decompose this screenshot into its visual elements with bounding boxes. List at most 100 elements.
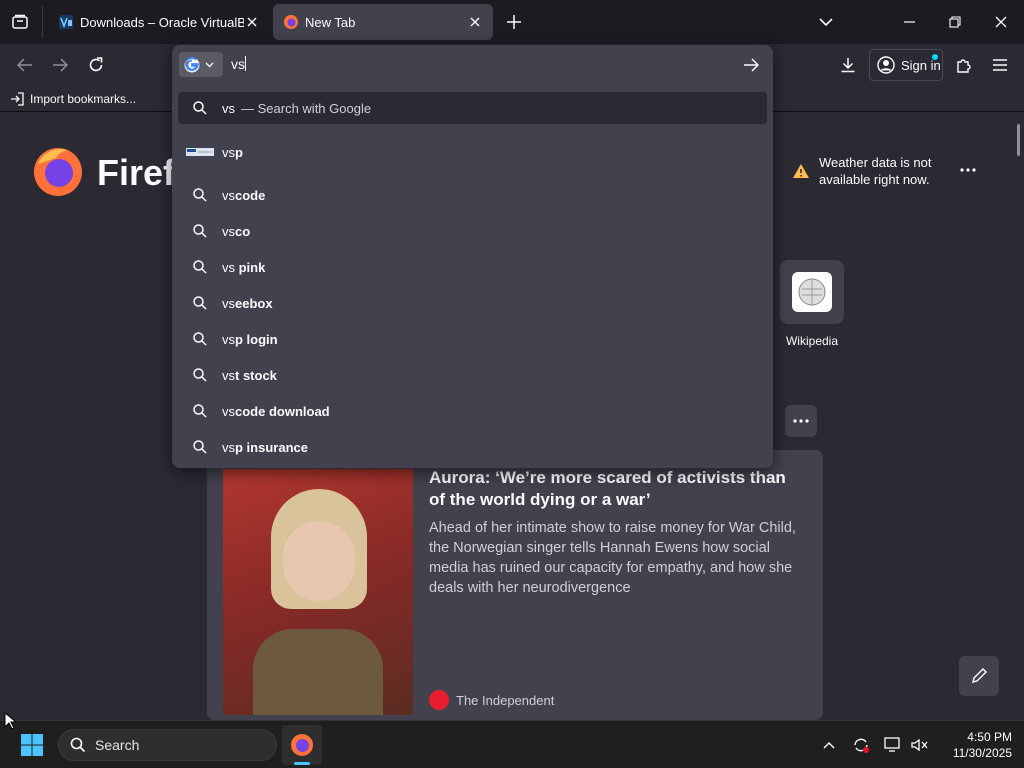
suggestion-completion: code <box>235 187 266 203</box>
arrow-right-icon <box>744 58 759 72</box>
suggestion-action: — Search with Google <box>241 100 372 116</box>
scrollbar[interactable] <box>1017 124 1020 156</box>
suggestion-row[interactable]: vs eebox <box>178 286 767 320</box>
extensions-button[interactable] <box>950 51 978 79</box>
weather-widget: Weather data is not available right now. <box>792 154 942 188</box>
urlbar[interactable]: vs <box>172 45 773 83</box>
chevron-down-icon <box>819 17 833 26</box>
show-hidden-icons-button[interactable] <box>818 733 840 757</box>
urlbar-popup: vs vs — Search with Google vs p vs code vs… <box>172 45 773 468</box>
new-tab-button[interactable] <box>502 10 526 34</box>
suggestion-row[interactable]: vs p login <box>178 322 767 356</box>
notification-dot <box>932 54 938 60</box>
list-all-tabs-button[interactable] <box>814 10 838 34</box>
minimize-icon <box>903 21 915 23</box>
import-bookmarks-button[interactable]: Import bookmarks... <box>10 90 136 108</box>
stories-menu-button[interactable] <box>785 405 817 437</box>
suggestion-search-with-google[interactable]: vs — Search with Google <box>178 92 767 124</box>
search-engine-button[interactable] <box>179 52 223 77</box>
taskbar-search[interactable]: Search <box>58 729 277 761</box>
suggestion-row[interactable]: vs code <box>178 178 767 212</box>
sync-tray-icon[interactable] <box>850 733 872 757</box>
tab-virtualbox[interactable]: Downloads – Oracle VirtualBox <box>48 4 270 40</box>
account-icon <box>877 56 895 74</box>
weather-menu-button[interactable] <box>954 160 982 180</box>
start-button[interactable] <box>16 731 48 759</box>
app-menu-button[interactable] <box>986 51 1014 79</box>
suggestion-row[interactable]: vs p <box>178 135 767 169</box>
search-icon <box>193 260 207 274</box>
tab-new-tab[interactable]: New Tab <box>273 4 493 40</box>
search-icon <box>193 101 207 115</box>
close-tab-icon[interactable] <box>467 14 483 30</box>
story-excerpt: Ahead of her intimate show to raise mone… <box>429 520 796 596</box>
hamburger-menu-icon <box>993 59 1007 71</box>
suggestion-typed: vs <box>222 439 235 455</box>
search-icon <box>193 224 207 238</box>
tab-divider <box>42 6 43 38</box>
suggestion-completion: code download <box>235 403 330 419</box>
story-headline[interactable]: Aurora: ‘We’re more scared of activists … <box>429 467 799 511</box>
clock[interactable]: 4:50 PM 11/30/2025 <box>936 729 1012 761</box>
close-window-button[interactable] <box>982 8 1020 36</box>
suggestion-completion: eebox <box>235 295 273 311</box>
puzzle-icon <box>957 59 971 73</box>
suggestion-row[interactable]: vs p insurance <box>178 430 767 464</box>
restore-button[interactable] <box>936 8 974 36</box>
volume-tray-icon[interactable] <box>908 733 930 757</box>
customize-button[interactable] <box>959 656 999 696</box>
mouse-cursor <box>4 712 16 730</box>
more-icon <box>960 168 976 172</box>
suggestion-completion: pink <box>235 259 266 275</box>
suggestion-row[interactable]: vs t stock <box>178 358 767 392</box>
taskbar-search-label: Search <box>95 737 140 753</box>
story-source: The Independent <box>429 690 554 710</box>
search-icon <box>193 332 207 346</box>
suggestion-row[interactable]: vs code download <box>178 394 767 428</box>
firefox-logo <box>32 144 88 200</box>
shortcut-label: Wikipedia <box>785 334 839 348</box>
suggestion-typed: vs <box>222 295 235 311</box>
minimize-button[interactable] <box>890 8 928 36</box>
firefox-icon <box>291 734 313 756</box>
search-icon <box>70 737 86 753</box>
site-favicon-icon <box>186 148 214 156</box>
tab-strip: Downloads – Oracle VirtualBox New Tab <box>0 0 1024 44</box>
warning-icon <box>793 164 809 178</box>
forward-button[interactable] <box>47 52 73 78</box>
independent-logo-icon <box>429 690 449 710</box>
suggestion-typed: vs <box>222 144 235 160</box>
firefox-view-icon <box>12 14 28 29</box>
windows-taskbar: Search 4:50 PM 11/30/2025 <box>0 720 1024 768</box>
search-icon <box>193 296 207 310</box>
shortcut-wikipedia[interactable] <box>780 260 844 324</box>
suggestion-typed: vs <box>222 331 235 347</box>
download-icon <box>841 58 855 73</box>
reload-icon <box>89 57 103 72</box>
search-icon <box>193 368 207 382</box>
back-button[interactable] <box>12 52 38 78</box>
suggestion-typed: vs <box>222 187 235 203</box>
network-tray-icon[interactable] <box>882 733 904 757</box>
taskbar-firefox[interactable] <box>282 725 322 765</box>
go-button[interactable] <box>740 54 762 76</box>
cursor-arrow-icon <box>4 712 16 730</box>
story-card[interactable]: Aurora: ‘We’re more scared of activists … <box>207 450 823 720</box>
close-tab-icon[interactable] <box>244 14 260 30</box>
firefox-view-button[interactable] <box>8 10 32 34</box>
downloads-button[interactable] <box>834 51 862 79</box>
google-icon <box>184 56 200 72</box>
sign-in-button[interactable]: Sign in <box>869 49 943 81</box>
suggestion-typed: vs <box>222 223 235 239</box>
weather-message: Weather data is not available right now. <box>819 155 932 187</box>
reload-button[interactable] <box>83 52 109 78</box>
sync-icon <box>854 738 869 753</box>
suggestion-row[interactable]: vs co <box>178 214 767 248</box>
urlbar-input[interactable]: vs <box>231 56 246 72</box>
import-bookmarks-label: Import bookmarks... <box>30 92 137 106</box>
suggestion-completion: t stock <box>235 367 277 383</box>
tab-title: Downloads – Oracle VirtualBox <box>80 14 244 30</box>
wikipedia-icon <box>798 278 826 306</box>
suggestion-row[interactable]: vs pink <box>178 250 767 284</box>
shortcut-tile <box>780 260 844 324</box>
